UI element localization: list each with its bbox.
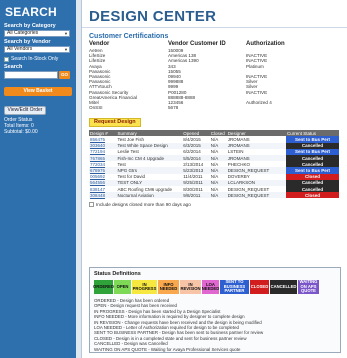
in-stock-label: Search In-Stock Only (11, 56, 59, 62)
category-select-value: All Categories (7, 30, 39, 36)
search-label: Search (4, 64, 23, 70)
status-badge: Closed (286, 192, 339, 199)
table-row[interactable]: 838147 ABC Roofing CM6 upgrade 8/30/2011 N/… (89, 185, 339, 193)
chevron-down-icon: ▼ (64, 47, 68, 52)
status-legend-bar: ORDERED OPEN IN PROGRESS INFO NEEDED IN REVI… (93, 280, 340, 294)
status-definition: WAITING ON APS QUOTE - Waiting for Avaya… (94, 346, 241, 352)
view-edit-order-button[interactable]: View/Edit Order (4, 106, 46, 115)
certification-row: OnSSI 5678 (82, 105, 347, 110)
summary-cell: Nocturnal Aviation (116, 192, 183, 199)
table-header-row: Design # Summary Opened Closed Designer … (89, 130, 339, 137)
table-row[interactable]: 678975 NPG Gtrs 5/23/2013 N/A DESIGN_REQUEST… (89, 167, 339, 174)
status-legend-item: INFO NEEDED (158, 280, 180, 294)
vendor-id-column-header: Vendor Customer ID (168, 41, 226, 47)
include-closed-checkbox[interactable] (89, 202, 94, 208)
request-design-button[interactable]: Request Design (89, 118, 141, 128)
vendor-cell: OnSSI (89, 105, 103, 111)
table-row[interactable]: 308448 Nocturnal Aviation 9/8/2011 N/A DESIG… (89, 192, 339, 199)
vendor-select-value: All Vendors (7, 46, 33, 52)
vendor-select[interactable]: All Vendors ▼ (4, 46, 70, 53)
closed-header[interactable]: Closed (209, 130, 227, 137)
certifications-heading: Customer Certifications (89, 33, 169, 40)
status-definitions-title: Status Definitions (94, 271, 141, 277)
chevron-down-icon: ▼ (64, 31, 68, 36)
table-row[interactable]: 564556 TEST ONLY 9/25/2011 N/A LCLARKSON Canc… (89, 179, 339, 186)
design-number-link[interactable]: 308448 (89, 192, 117, 199)
status-legend-item: IN PROGRESS (132, 280, 158, 294)
sidebar-title: SEARCH (5, 5, 57, 19)
search-by-category-label: Search by Category (4, 23, 56, 29)
status-definitions-panel: Status Definitions ORDERED OPEN IN PROGRES… (89, 267, 341, 353)
page-title: DESIGN CENTER (82, 0, 347, 28)
status-legend-item: LOA NEEDED (202, 280, 220, 294)
status-legend-item: IN REVISION (180, 280, 202, 294)
status-legend-item: WAITING ON APS QUOTE (298, 280, 320, 294)
go-button[interactable]: GO (59, 71, 70, 79)
status-legend-item: OPEN (114, 280, 132, 294)
status-legend-item: ORDERED (93, 280, 114, 294)
in-stock-checkbox-row[interactable]: Search In-Stock Only (4, 56, 72, 62)
search-by-vendor-label: Search by Vendor (4, 39, 51, 45)
main-content: DESIGN CENTER Customer Certifications Ve… (81, 0, 347, 358)
include-closed-row[interactable]: Include designs closed more than 90 days… (89, 202, 347, 208)
view-basket-button[interactable]: View Basket (4, 87, 72, 96)
status-legend-item: CLOSED (250, 280, 270, 294)
certifications-list: Aetren 150009 LifeSize Americas 138 INACTIVE… (82, 48, 347, 110)
sidebar: SEARCH Search by Category All Categories… (0, 0, 76, 358)
designer-cell: DESIGN_REQUEST (226, 192, 286, 199)
table-row[interactable]: 856475 Test Joe Fish 8/4/2015 N/A JROMANS Sen… (89, 136, 339, 143)
authorization-column-header: Authorization (246, 41, 285, 47)
status-definitions-list: ORDERED - Design has been ordered OPEN - … (94, 298, 340, 352)
table-row[interactable]: 303640 Test White Space Design 6/3/2015 N/A… (89, 142, 339, 149)
status-legend-item: CANCELLED (270, 280, 298, 294)
certifications-header: Vendor Vendor Customer ID Authorization (82, 41, 347, 47)
in-stock-checkbox[interactable] (4, 56, 9, 62)
design-requests-table: Design # Summary Opened Closed Designer … (89, 130, 339, 199)
closed-cell: N/A (209, 192, 227, 199)
vendor-column-header: Vendor (89, 41, 110, 47)
search-input[interactable] (4, 71, 58, 79)
authorization-cell (246, 105, 326, 110)
table-row[interactable]: 772194 Leslie Test 6/2/2014 N/A LSTEIN Sent t… (89, 148, 339, 155)
category-select[interactable]: All Categories ▼ (4, 30, 70, 37)
vendor-id-cell: 5678 (168, 105, 179, 111)
table-row[interactable]: 767865 Fish-Inc CM 4 Upgrade 5/5/2014 N/A JR… (89, 155, 339, 162)
subtotal: Subtotal: $0.00 (4, 129, 38, 135)
opened-cell: 9/8/2011 (182, 192, 210, 199)
include-closed-label: Include designs closed more than 90 days… (96, 202, 191, 208)
status-legend-item: SENT TO BUSINESS PARTNER (220, 280, 250, 294)
